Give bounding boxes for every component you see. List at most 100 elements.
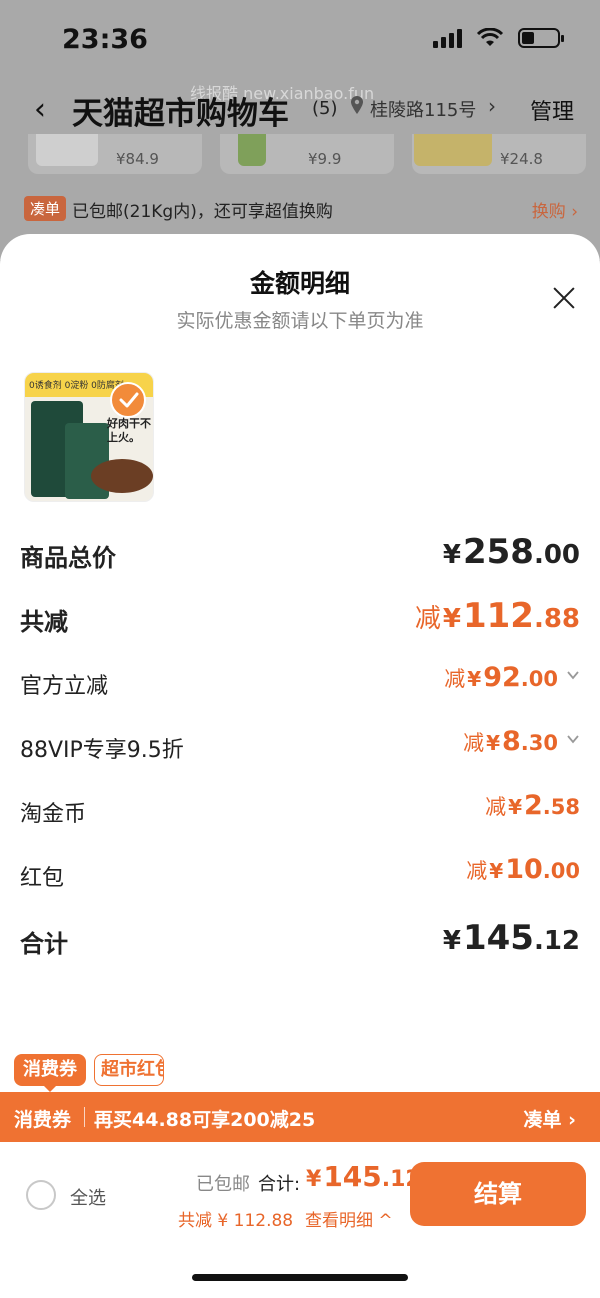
strip-card[interactable]: ¥84.9 (28, 134, 202, 174)
row-value: 减 ¥ 10 .00 (466, 854, 580, 885)
row-value: 减 ¥ 92 .00 (444, 662, 580, 693)
manage-button[interactable]: 管理 (530, 94, 574, 126)
value-decimal: .30 (520, 731, 558, 755)
total-value: ¥ 145 .12 (306, 1160, 421, 1193)
strip-price: ¥24.8 (500, 150, 543, 168)
status-time: 23:36 (62, 24, 148, 55)
row-red-packet: 红包 减 ¥ 10 .00 (20, 854, 580, 898)
total-label: 合计: (258, 1174, 301, 1195)
row-label: 红包 (20, 866, 65, 891)
amount-detail-sheet: 金额明细 实际优惠金额请以下单页为准 0诱食剂 0淀粉 0防腐剂 好肉干不上火。… (0, 234, 600, 1298)
value-decimal: .88 (533, 604, 580, 634)
strip-card[interactable]: ¥9.9 (220, 134, 394, 174)
battery-icon (518, 28, 564, 48)
value-integer: 8 (502, 726, 521, 757)
product-slogan: 好肉干不上火。 (107, 417, 151, 444)
minus-label: 减 (463, 731, 485, 755)
location-icon (351, 96, 363, 114)
value-decimal: .00 (533, 540, 580, 570)
coupon-tags: 消费券 超市红包 (14, 1054, 214, 1094)
row-taojinbi: 淘金币 减 ¥ 2 .58 (20, 790, 580, 834)
product-dish (91, 459, 153, 493)
product-thumbnail (36, 134, 98, 166)
sheet-title: 金额明细 (249, 269, 350, 298)
row-label: 商品总价 (20, 544, 116, 572)
row-label: 共减 (20, 608, 68, 636)
yen-sign: ¥ (467, 667, 482, 691)
exchange-link[interactable]: 换购 › (532, 197, 578, 222)
row-label: 88VIP专享9.5折 (20, 738, 184, 763)
coupon-tag-supermarket[interactable]: 超市红包 (94, 1054, 164, 1086)
value-integer: 145 (323, 1160, 382, 1193)
value-decimal: .00 (542, 859, 580, 883)
value-decimal: .58 (542, 795, 580, 819)
value-integer: 145 (462, 918, 534, 958)
sheet-subtitle: 实际优惠金额请以下单页为准 (176, 310, 424, 332)
row-value: ¥ 258 .00 (443, 532, 580, 572)
add-on-tag: 凑单 (24, 196, 67, 221)
value-integer: 258 (462, 532, 534, 572)
wifi-icon (476, 28, 504, 46)
select-all-label[interactable]: 全选 (70, 1184, 106, 1210)
row-label: 官方立减 (20, 674, 109, 699)
cart-header: ‹ 天猫超市购物车 (5) 桂陵路115号 › 管理 (0, 84, 600, 134)
free-shipping-text: 已包邮(21Kg内)，还可享超值换购 (72, 202, 333, 222)
coupon-tag-consumption[interactable]: 消费券 (14, 1054, 86, 1092)
cart-title: 天猫超市购物车 (72, 96, 289, 132)
row-label: 淘金币 (20, 802, 87, 827)
status-bar: 23:36 (0, 0, 600, 80)
coupon-bar-label: 消费券 (14, 1109, 72, 1131)
saved-amount: 共减 ¥ 112.88 (178, 1211, 294, 1231)
row-value: ¥ 145 .12 (443, 918, 580, 958)
add-on-link[interactable]: 凑单 › (524, 1105, 576, 1132)
cart-page-background: 23:36 线报酷 new.xianbao.fun ‹ 天猫超市购物车 (5) … (0, 0, 600, 260)
product-thumbnail (414, 134, 492, 166)
row-value: 减 ¥ 112 .88 (415, 596, 580, 636)
status-icons (433, 28, 564, 48)
coupon-bar-text: 再买44.88可享200减25 (94, 1109, 316, 1131)
coupon-bar: 消费券 再买44.88可享200减25 凑单 › (0, 1092, 600, 1142)
product-thumbnail (238, 134, 266, 166)
close-icon[interactable] (550, 284, 578, 312)
chevron-down-icon[interactable] (566, 732, 580, 746)
row-official-discount[interactable]: 官方立减 减 ¥ 92 .00 (20, 662, 580, 706)
row-total-price: 商品总价 ¥ 258 .00 (20, 532, 580, 576)
row-grand-total: 合计 ¥ 145 .12 (20, 918, 580, 962)
yen-sign: ¥ (508, 795, 522, 819)
minus-label: 减 (444, 667, 466, 691)
row-label: 合计 (20, 930, 68, 958)
value-decimal: .00 (520, 667, 558, 691)
view-details-link[interactable]: 查看明细 ^ (305, 1206, 393, 1231)
chevron-down-icon[interactable] (566, 668, 580, 682)
value-integer: 112 (462, 596, 534, 636)
minus-label: 减 (414, 604, 441, 634)
yen-sign: ¥ (442, 604, 461, 634)
divider (84, 1107, 85, 1127)
value-integer: 2 (524, 790, 543, 821)
row-value: 减 ¥ 8 .30 (463, 726, 580, 757)
signal-icon (433, 28, 462, 48)
strip-card[interactable]: ¥24.8 (412, 134, 586, 174)
strip-price: ¥84.9 (116, 150, 159, 168)
free-shipping-label: 已包邮 (196, 1174, 250, 1195)
home-indicator (192, 1274, 408, 1281)
checkout-button[interactable]: 结算 (410, 1162, 586, 1226)
back-icon[interactable]: ‹ (34, 92, 46, 127)
select-all-checkbox[interactable] (26, 1180, 56, 1210)
yen-sign: ¥ (442, 926, 461, 956)
product-image-band-text: 0诱食剂 0淀粉 0防腐剂 (29, 381, 124, 391)
yen-sign: ¥ (486, 731, 500, 755)
free-shipping-banner: 凑单 已包邮(21Kg内)，还可享超值换购 换购 › (24, 196, 584, 224)
minus-label: 减 (466, 859, 488, 883)
product-strip: ¥84.9 ¥9.9 ¥24.8 (28, 134, 588, 176)
row-vip-discount[interactable]: 88VIP专享9.5折 减 ¥ 8 .30 (20, 726, 580, 770)
minus-label: 减 (485, 795, 507, 819)
yen-sign: ¥ (442, 540, 461, 570)
yen-sign: ¥ (489, 859, 504, 883)
cart-count: (5) (312, 98, 338, 119)
value-decimal: .12 (533, 926, 580, 956)
yen-sign: ¥ (306, 1167, 322, 1192)
location-text[interactable]: 桂陵路115号 (370, 96, 480, 122)
value-integer: 10 (505, 854, 543, 885)
check-icon (110, 382, 146, 418)
